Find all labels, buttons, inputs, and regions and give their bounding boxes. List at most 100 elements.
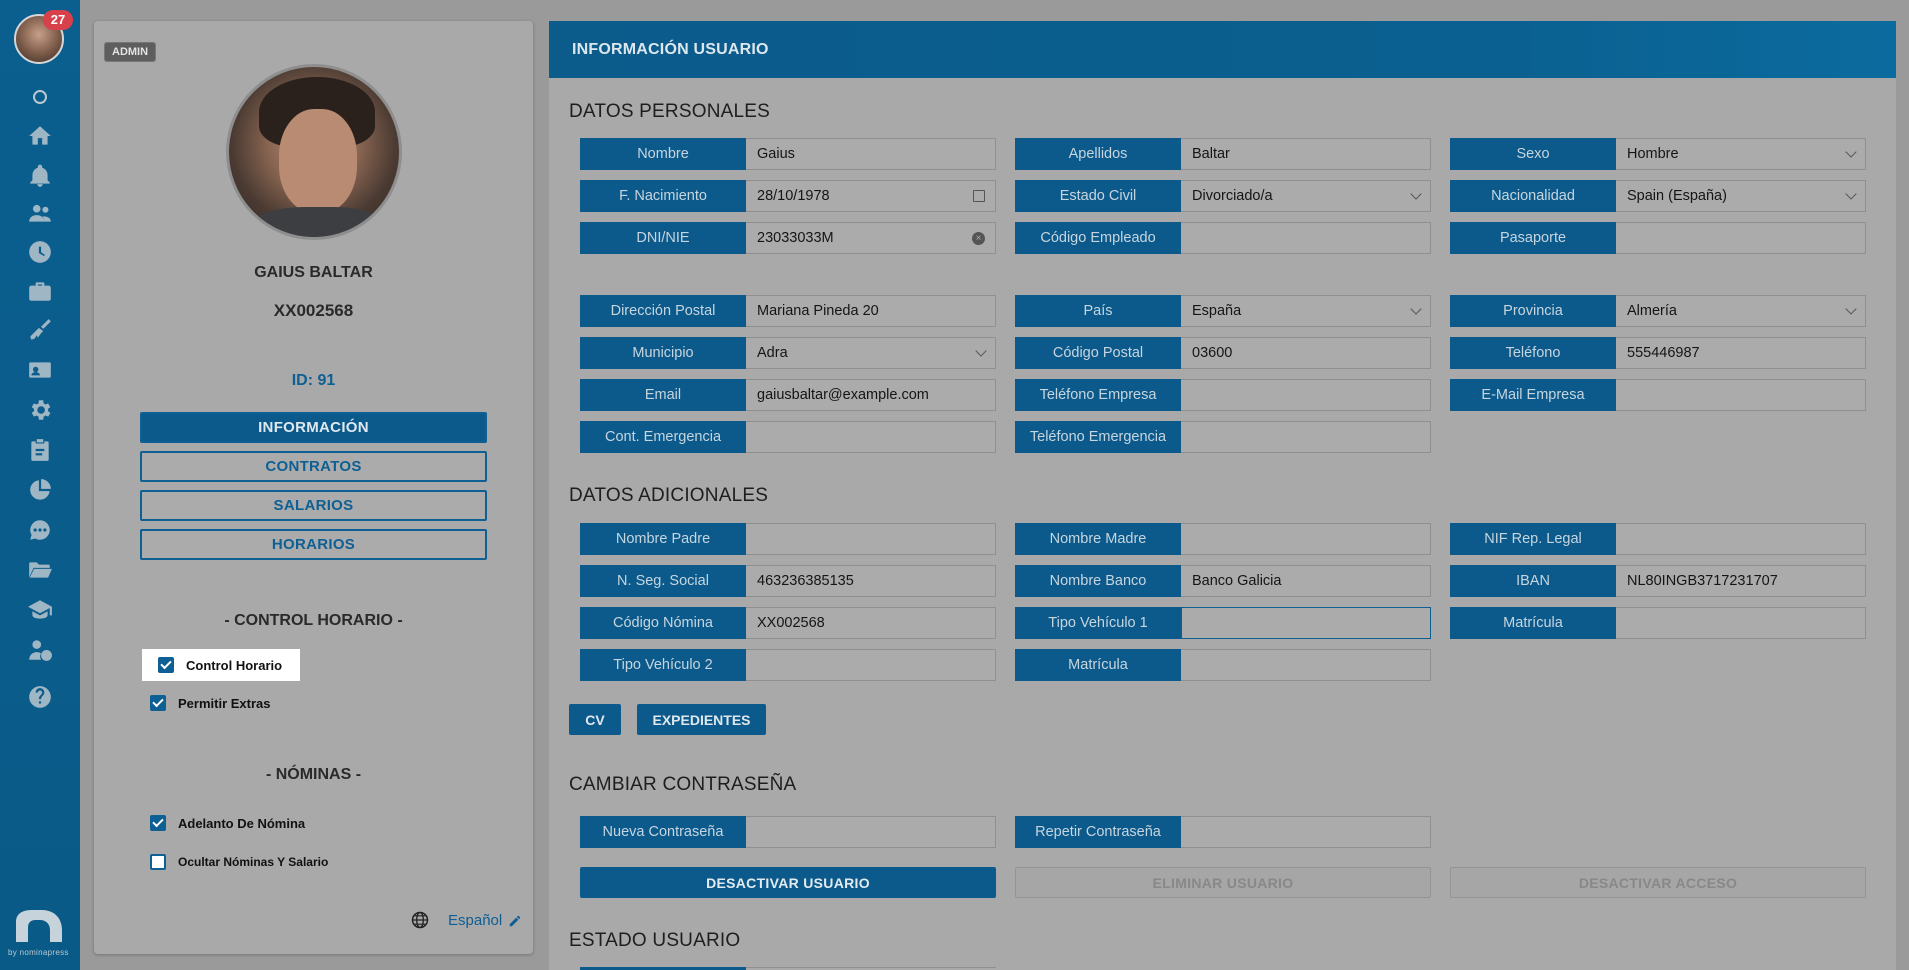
gear-icon[interactable] <box>24 394 56 426</box>
tipo-vehiculo-2-input[interactable] <box>746 649 996 681</box>
field-label: Nacionalidad <box>1450 180 1616 212</box>
field-pasaporte: Pasaporte <box>1450 222 1866 254</box>
field-nacimiento: F. Nacimiento 28/10/1978 <box>580 180 996 212</box>
codigo-postal-input[interactable]: 03600 <box>1181 337 1431 369</box>
iban-input[interactable]: NL80INGB3717231707 <box>1616 565 1866 597</box>
telefono-emergencia-input[interactable] <box>1181 421 1431 453</box>
email-input[interactable]: gaiusbaltar@example.com <box>746 379 996 411</box>
language-selector[interactable]: Español <box>448 912 522 929</box>
help-icon[interactable] <box>24 681 56 713</box>
permitir-extras-checkbox[interactable]: Permitir Extras <box>150 695 271 711</box>
field-label: País <box>1015 295 1181 327</box>
tipo-vehiculo-1-input[interactable] <box>1181 607 1431 639</box>
field-telefono-empresa: Teléfono Empresa <box>1015 379 1431 411</box>
tab-informacion[interactable]: INFORMACIÓN <box>140 412 487 443</box>
codigo-nomina-input[interactable]: XX002568 <box>746 607 996 639</box>
seg-social-input[interactable]: 463236385135 <box>746 565 996 597</box>
field-label: Teléfono Empresa <box>1015 379 1181 411</box>
field-label: Cont. Emergencia <box>580 421 746 453</box>
nif-rep-legal-input[interactable] <box>1616 523 1866 555</box>
matricula-2-input[interactable] <box>1181 649 1431 681</box>
estado-civil-select[interactable]: Divorciado/a <box>1181 180 1431 212</box>
id-card-icon[interactable] <box>24 354 56 386</box>
field-label: N. Seg. Social <box>580 565 746 597</box>
field-label: NIF Rep. Legal <box>1450 523 1616 555</box>
apellidos-input[interactable]: Baltar <box>1181 138 1431 170</box>
pie-chart-icon[interactable] <box>24 474 56 506</box>
users-icon[interactable] <box>24 197 56 229</box>
field-label: Nueva Contraseña <box>580 816 746 848</box>
field-label: Repetir Contraseña <box>1015 816 1181 848</box>
tab-horarios[interactable]: HORARIOS <box>140 529 487 560</box>
adelanto-nomina-checkbox[interactable]: Adelanto De Nómina <box>150 815 305 831</box>
dni-input[interactable]: 23033033M × <box>746 222 996 254</box>
chevron-down-icon <box>1410 188 1422 200</box>
briefcase-icon[interactable] <box>24 275 56 307</box>
user-status-title: ESTADO USUARIO <box>569 930 741 951</box>
checkbox-checked-icon[interactable] <box>158 657 174 673</box>
globe-icon <box>410 910 430 935</box>
expedientes-button[interactable]: EXPEDIENTES <box>637 704 766 735</box>
field-label: Código Nómina <box>580 607 746 639</box>
nombre-padre-input[interactable] <box>746 523 996 555</box>
role-badge: ADMIN <box>104 42 157 62</box>
nombre-madre-input[interactable] <box>1181 523 1431 555</box>
home-icon[interactable] <box>24 120 56 152</box>
control-horario-title: - CONTROL HORARIO - <box>224 612 403 629</box>
checkbox-label: Control Horario <box>186 657 283 673</box>
change-password-title: CAMBIAR CONTRASEÑA <box>569 774 797 795</box>
chat-icon[interactable] <box>24 514 56 546</box>
deactivate-user-button[interactable]: DESACTIVAR USUARIO <box>580 867 996 898</box>
user-info-panel: INFORMACIÓN USUARIO DATOS PERSONALES Nom… <box>549 21 1896 970</box>
calendar-icon[interactable] <box>973 190 985 202</box>
field-label: Código Empleado <box>1015 222 1181 254</box>
email-empresa-input[interactable] <box>1616 379 1866 411</box>
pasaporte-input[interactable] <box>1616 222 1866 254</box>
nueva-contrasena-input[interactable] <box>746 816 996 848</box>
field-sexo: Sexo Hombre <box>1450 138 1866 170</box>
cv-button[interactable]: CV <box>569 704 621 735</box>
broom-icon[interactable] <box>24 314 56 346</box>
clipboard-icon[interactable] <box>24 434 56 466</box>
checkbox-checked-icon[interactable] <box>150 695 166 711</box>
nombre-input[interactable]: Gaius <box>746 138 996 170</box>
field-label: Pasaporte <box>1450 222 1616 254</box>
additional-data-title: DATOS ADICIONALES <box>569 485 769 506</box>
sexo-select[interactable]: Hombre <box>1616 138 1866 170</box>
municipio-select[interactable]: Adra <box>746 337 996 369</box>
nacionalidad-select[interactable]: Spain (España) <box>1616 180 1866 212</box>
edit-pencil-icon[interactable] <box>508 914 522 928</box>
graduation-cap-icon[interactable] <box>24 594 56 626</box>
cont-emergencia-input[interactable] <box>746 421 996 453</box>
field-label: Dirección Postal <box>580 295 746 327</box>
status-dot-icon <box>33 90 47 104</box>
checkbox-checked-icon[interactable] <box>150 815 166 831</box>
nacimiento-date-input[interactable]: 28/10/1978 <box>746 180 996 212</box>
provincia-select[interactable]: Almería <box>1616 295 1866 327</box>
codigo-empleado-input[interactable] <box>1181 222 1431 254</box>
bell-icon[interactable] <box>24 160 56 192</box>
tab-salarios[interactable]: SALARIOS <box>140 490 487 521</box>
field-codigo-empleado: Código Empleado <box>1015 222 1431 254</box>
delete-user-button[interactable]: ELIMINAR USUARIO <box>1015 867 1431 898</box>
user-money-icon[interactable] <box>24 634 56 666</box>
clock-icon[interactable] <box>24 236 56 268</box>
repetir-contrasena-input[interactable] <box>1181 816 1431 848</box>
checkbox-unchecked-icon[interactable] <box>150 854 166 870</box>
telefono-empresa-input[interactable] <box>1181 379 1431 411</box>
personal-data-title: DATOS PERSONALES <box>569 101 771 122</box>
tab-contratos[interactable]: CONTRATOS <box>140 451 487 482</box>
clear-icon[interactable]: × <box>972 231 985 245</box>
field-nif-rep-legal: NIF Rep. Legal <box>1450 523 1866 555</box>
matricula-1-input[interactable] <box>1616 607 1866 639</box>
ocultar-nominas-checkbox[interactable]: Ocultar Nóminas Y Salario <box>150 854 328 870</box>
profile-card: ADMIN GAIUS BALTAR XX002568 ID: 91 INFOR… <box>94 21 533 954</box>
nombre-banco-input[interactable]: Banco Galicia <box>1181 565 1431 597</box>
control-horario-checkbox[interactable]: Control Horario <box>142 649 301 681</box>
telefono-input[interactable]: 555446987 <box>1616 337 1866 369</box>
direccion-input[interactable]: Mariana Pineda 20 <box>746 295 996 327</box>
field-apellidos: Apellidos Baltar <box>1015 138 1431 170</box>
deactivate-access-button[interactable]: DESACTIVAR ACCESO <box>1450 867 1866 898</box>
folder-icon[interactable] <box>24 554 56 586</box>
pais-select[interactable]: España <box>1181 295 1431 327</box>
